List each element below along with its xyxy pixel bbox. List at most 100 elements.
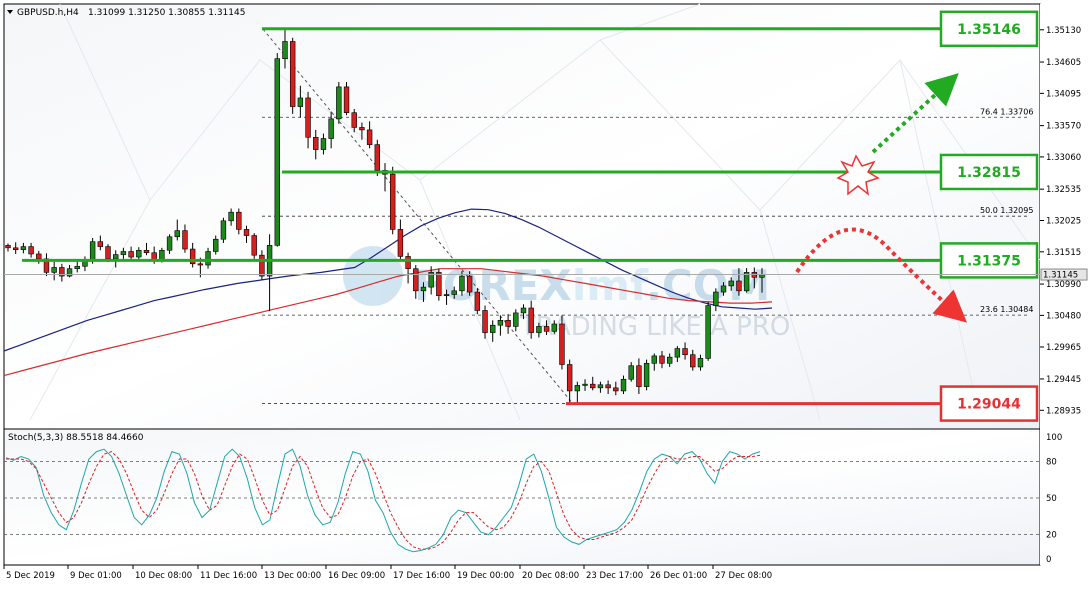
candle-body [213,238,219,252]
candle-body [105,246,111,260]
price-tick-label: 1.33570 [1046,122,1081,132]
candle-body [336,86,342,120]
time-tick-label: 16 Dec 09:00 [328,571,385,581]
candle-body [743,272,750,292]
time-tick-label: 13 Dec 00:00 [264,571,321,581]
price-tick-label: 1.29445 [1046,375,1081,385]
candle-body [143,249,150,254]
candle-body [543,326,550,332]
candle-body [528,307,534,333]
stoch-level-label: 50 [1046,494,1057,504]
time-tick-label: 9 Dec 01:00 [70,571,122,581]
candle-body [628,365,634,380]
candle-body [505,319,511,327]
candle-body [12,247,19,250]
candle-body [359,127,365,131]
price-tick-label: 1.29965 [1046,343,1081,353]
level-label: 1.31375 [957,253,1021,269]
level-label: 1.35146 [957,22,1021,38]
fib-label: 76.4 1.33706 [980,107,1033,116]
candle-body [605,384,611,389]
candle-body [128,251,134,258]
candle-body [405,256,411,270]
candle-body [36,253,42,260]
candle-body [759,274,765,278]
candle-body [136,249,142,258]
candle-body [97,241,104,247]
candle-body [482,310,488,333]
stoch-level-label: 20 [1046,531,1057,541]
candle-body [497,319,504,326]
candle-body [297,97,304,107]
price-tick-label: 1.35130 [1046,26,1081,36]
watermark-word2: imf [572,261,649,310]
candle-body [736,280,742,292]
stochastic-label: Stoch(5,3,3) 88.5518 84.4660 [8,433,144,443]
price-tick-label: 1.32025 [1046,216,1081,226]
candle-body [5,245,11,249]
candle-body [20,246,27,250]
price-tick-label: 1.33060 [1046,153,1081,163]
candle-body [643,362,650,387]
stochastic-plot-area [3,428,1041,566]
current-price-tag: 1.31145 [1040,268,1088,281]
candle-body [682,348,688,355]
candle-body [89,241,96,261]
candle-body [197,263,204,266]
candle-body [459,275,465,292]
candle-body [436,272,442,297]
candle-body [174,230,180,238]
candle-body [28,246,34,255]
candle-body [274,58,280,246]
time-tick-label: 20 Dec 08:00 [522,571,579,581]
candle-body [159,249,165,261]
candle-body [466,275,473,293]
candle-body [720,285,727,293]
symbol-label: GBPUSD.h,H4 [17,8,79,18]
candle-body [520,307,527,314]
chart-canvas[interactable]: FOREXimf.COM TRADING LIKE A PRO 76.4 1.3… [0,0,1089,588]
current-price-value: 1.31145 [1043,271,1078,281]
candle-body [228,211,234,222]
candle-body [374,144,381,171]
time-tick-label: 5 Dec 2019 [6,571,55,581]
candle-body [566,364,573,392]
candle-body [236,211,242,230]
candle-body [559,323,565,365]
candle-body [305,97,311,138]
candle-body [397,229,404,257]
candle-body [389,173,396,230]
time-tick-label: 27 Dec 08:00 [715,571,772,581]
candle-body [697,358,704,368]
candle-body [551,323,557,332]
candle-body [220,220,227,240]
candle-body [582,383,588,386]
candle-body [474,291,481,311]
candle-body [74,265,80,270]
candle-body [351,112,357,128]
candle-body [651,355,657,364]
candle-body [597,384,604,389]
stoch-level-label: 100 [1046,433,1062,443]
candle-body [320,138,327,150]
candle-body [166,236,173,251]
candle-body [705,305,711,359]
candle-body [413,268,419,292]
candle-body [451,290,457,295]
candle-body [490,324,496,333]
candle-body [674,348,681,358]
stoch-level-label: 80 [1046,457,1057,467]
candle-body [420,286,427,292]
time-tick-label: 26 Dec 01:00 [650,571,707,581]
candle-body [513,312,519,327]
price-tick-label: 1.32535 [1046,185,1081,195]
fib-label: 23.6 1.30484 [980,305,1033,314]
candle-body [620,378,627,392]
candle-body [259,254,265,277]
candle-body [366,129,373,145]
candle-body [713,291,719,306]
time-tick-label: 23 Dec 17:00 [586,571,643,581]
level-label: 1.29044 [957,397,1021,413]
candle-body [328,118,334,139]
candle-body [636,365,642,387]
